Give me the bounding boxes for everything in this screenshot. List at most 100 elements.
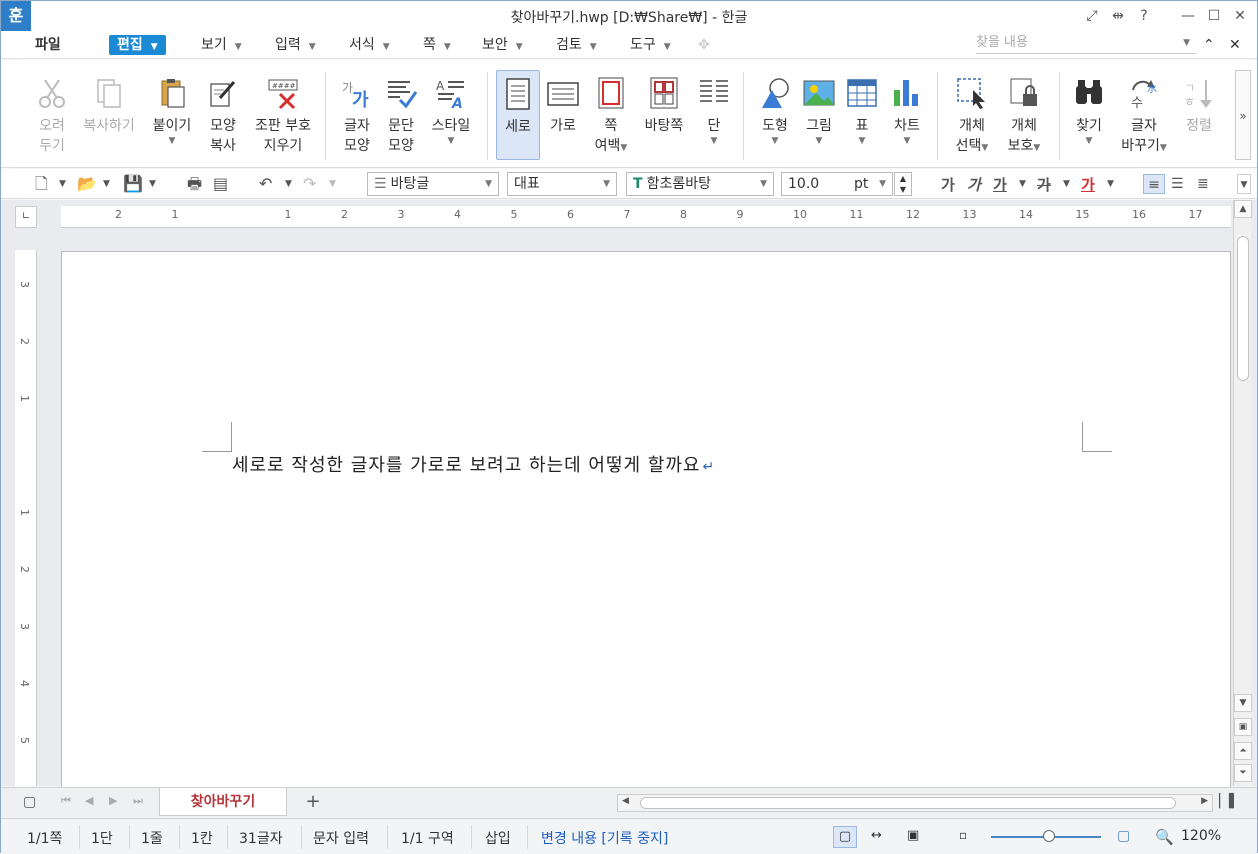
center-align-button[interactable]: ≣	[1197, 174, 1209, 194]
minimize-button[interactable]: —	[1177, 5, 1199, 27]
table-button[interactable]: 표 ▼	[844, 68, 880, 146]
style-select[interactable]: ☰ 바탕글 ▼	[367, 172, 499, 196]
toolbar-more-button[interactable]: ▼	[1237, 174, 1251, 194]
scroll-up-button[interactable]: ▲	[1234, 200, 1252, 218]
clear-marks-button[interactable]: #### 조판 부호 지우기	[251, 68, 315, 156]
menu-format[interactable]: 서식 ▼	[349, 35, 390, 55]
column-button[interactable]: 단 ▼	[695, 68, 733, 146]
menu-review[interactable]: 검토 ▼	[556, 35, 597, 55]
zoom-slider-handle[interactable]	[1043, 830, 1055, 842]
object-select-button[interactable]: 개체 선택▼	[949, 68, 995, 158]
print-icon[interactable]: 🖶	[187, 174, 202, 194]
vertical-scroll-thumb[interactable]	[1237, 236, 1249, 381]
font-select[interactable]: T 함초롬바탕 ▼	[626, 172, 774, 196]
preview-icon[interactable]: ▤	[213, 174, 228, 194]
chevron-down-icon[interactable]: ▼	[755, 136, 795, 146]
language-select[interactable]: 대표 ▼	[507, 172, 617, 196]
horizontal-ruler[interactable]: 2 1 1 2 3 4 5 6 7 8 9 10 11 12 13 14 15 16 17	[61, 206, 1231, 228]
cut-button[interactable]: 오려 두기	[31, 68, 73, 156]
font-size-spinner[interactable]: ▲ ▼	[894, 172, 912, 196]
new-doc-icon[interactable]: 🗋	[35, 174, 48, 194]
underline-button[interactable]: 가	[993, 174, 1007, 195]
close-button[interactable]: ✕	[1229, 5, 1251, 27]
chevron-down-icon[interactable]: ▼	[799, 136, 839, 146]
zoom-level[interactable]: 120%	[1181, 828, 1221, 844]
font-size-input[interactable]: 10.0 pt ▼	[781, 172, 893, 196]
chart-button[interactable]: 차트 ▼	[887, 68, 927, 146]
page-list-icon[interactable]: ▢	[23, 794, 36, 810]
scroll-down-button[interactable]: ▼	[1234, 694, 1252, 712]
object-protect-button[interactable]: 개체 보호▼	[1001, 68, 1047, 158]
full-page-view-icon[interactable]: ▣	[907, 828, 919, 843]
scroll-right-button[interactable]: ▶	[1201, 796, 1208, 806]
status-insert-mode[interactable]: 삽입	[485, 828, 511, 848]
undo-icon[interactable]: ↶	[259, 174, 272, 194]
left-align-button[interactable]: ☰	[1171, 174, 1184, 194]
font-color-button[interactable]: 가	[1081, 174, 1095, 195]
add-tab-button[interactable]: +	[297, 791, 329, 815]
menu-edit[interactable]: 편집 ▼	[109, 35, 166, 55]
magnifier-icon[interactable]: 🔍	[1155, 828, 1174, 846]
puzzle-icon[interactable]: ✥	[698, 35, 710, 55]
chevron-down-icon[interactable]: ▼	[1183, 34, 1190, 52]
picture-button[interactable]: 그림 ▼	[799, 68, 839, 146]
shape-button[interactable]: 도형 ▼	[755, 68, 795, 146]
menu-page[interactable]: 쪽 ▼	[423, 35, 451, 55]
strikethrough-button[interactable]: 가	[1037, 174, 1051, 195]
chevron-down-icon[interactable]: ▼	[149, 174, 156, 194]
split-icon[interactable]: ⇹	[1107, 5, 1129, 27]
chevron-down-icon[interactable]: ▼	[887, 136, 927, 146]
justify-align-button[interactable]: ≡	[1143, 174, 1165, 194]
chevron-down-icon[interactable]: ▼	[1107, 174, 1114, 194]
scroll-left-button[interactable]: ◀	[622, 796, 629, 806]
menu-security[interactable]: 보안 ▼	[482, 35, 523, 55]
chevron-down-icon[interactable]: ▼	[1063, 174, 1070, 194]
chevron-down-icon[interactable]: ▼	[59, 174, 66, 194]
page-width-view-icon[interactable]: ▢	[833, 826, 857, 848]
document-body-text[interactable]: 세로로 작성한 글자를 가로로 보려고 하는데 어떻게 할까요 ↵	[232, 451, 715, 477]
chevron-down-icon[interactable]: ▼	[285, 174, 292, 194]
bold-button[interactable]: 가	[941, 174, 955, 195]
first-tab-button[interactable]: ⏮	[61, 794, 71, 808]
collapse-ribbon-button[interactable]: ⌃	[1203, 35, 1215, 55]
maximize-button[interactable]: ☐	[1203, 5, 1225, 27]
menu-file[interactable]: 파일	[35, 35, 61, 55]
master-page-button[interactable]: 바탕쪽	[641, 68, 687, 136]
fullscreen-icon[interactable]: ⤢	[1081, 5, 1103, 27]
save-icon[interactable]: 💾	[123, 174, 143, 194]
menu-insert[interactable]: 입력 ▼	[275, 35, 316, 55]
fit-width-icon[interactable]: ↔	[871, 828, 882, 843]
ruler-corner-icon[interactable]: ∟	[15, 206, 37, 228]
next-tab-button[interactable]: ▶	[109, 794, 117, 807]
chevron-down-icon[interactable]: ▼	[149, 136, 195, 146]
zoom-in-icon[interactable]: ▢	[1117, 828, 1130, 844]
prev-tab-button[interactable]: ◀	[85, 794, 93, 807]
char-shape-button[interactable]: 가가 글자 모양	[337, 68, 377, 156]
chevron-down-icon[interactable]: ▼	[620, 143, 627, 153]
vertical-orientation-button[interactable]: 세로	[496, 70, 540, 160]
find-input[interactable]: 찾을 내용 ▼	[976, 34, 1196, 54]
split-view-icon[interactable]: ▏▌	[1219, 794, 1239, 809]
vertical-scrollbar[interactable]: ▲ ▼ ▣ ⏶ ⏷	[1233, 200, 1252, 786]
chevron-down-icon[interactable]: ▼	[427, 136, 475, 146]
chevron-down-icon[interactable]: ▼	[1069, 136, 1109, 146]
zoom-out-icon[interactable]: ▫	[959, 828, 967, 842]
close-doc-button[interactable]: ✕	[1229, 35, 1241, 55]
prev-page-button[interactable]: ⏶	[1234, 742, 1252, 760]
status-track-changes[interactable]: 변경 내용 [기록 중지]	[541, 828, 668, 848]
tab-document[interactable]: 찾아바꾸기	[159, 788, 287, 816]
last-tab-button[interactable]: ⏭	[133, 794, 143, 808]
next-page-button[interactable]: ⏷	[1234, 764, 1252, 782]
format-copy-button[interactable]: 모양 복사	[201, 68, 245, 156]
horizontal-orientation-button[interactable]: 가로	[543, 68, 583, 136]
status-page[interactable]: 1/1쪽	[27, 828, 62, 848]
chevron-down-icon[interactable]: ▼	[1160, 143, 1167, 153]
vertical-ruler[interactable]: 3 2 1 1 2 3 4 5	[15, 250, 37, 786]
horizontal-scrollbar[interactable]: ◀ ▶	[617, 794, 1213, 812]
chevron-down-icon[interactable]: ▼	[1033, 143, 1040, 153]
open-folder-icon[interactable]: 📂	[77, 174, 97, 194]
style-button[interactable]: AA 스타일 ▼	[427, 68, 475, 146]
para-shape-button[interactable]: 문단 모양	[381, 68, 421, 156]
page-margin-button[interactable]: 쪽 여백▼	[589, 68, 633, 158]
help-icon[interactable]: ?	[1133, 5, 1155, 27]
